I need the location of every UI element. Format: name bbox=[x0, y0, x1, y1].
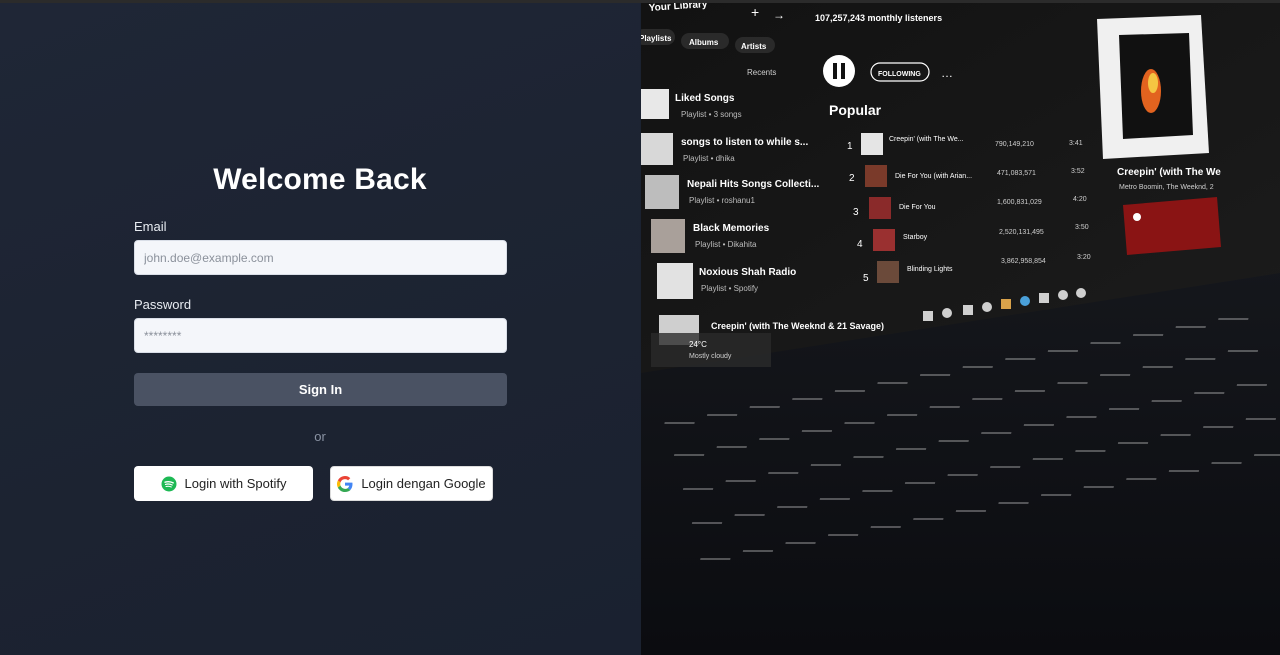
svg-text:1,600,831,029: 1,600,831,029 bbox=[997, 199, 1042, 206]
svg-text:790,149,210: 790,149,210 bbox=[995, 141, 1034, 148]
password-label: Password bbox=[134, 297, 192, 312]
svg-text:471,083,571: 471,083,571 bbox=[997, 170, 1036, 177]
svg-text:5: 5 bbox=[863, 273, 869, 284]
svg-text:Liked Songs: Liked Songs bbox=[675, 93, 735, 104]
svg-text:24°C: 24°C bbox=[689, 340, 707, 349]
svg-text:Recents: Recents bbox=[747, 68, 776, 77]
svg-text:Playlist • roshanu1: Playlist • roshanu1 bbox=[689, 196, 755, 205]
svg-text:4: 4 bbox=[857, 239, 863, 250]
svg-text:Playlist • 3 songs: Playlist • 3 songs bbox=[681, 110, 742, 119]
page-title: Welcome Back bbox=[213, 163, 427, 196]
email-input[interactable] bbox=[134, 240, 507, 275]
svg-text:→: → bbox=[773, 8, 785, 22]
password-input[interactable] bbox=[134, 318, 507, 353]
svg-text:Mostly cloudy: Mostly cloudy bbox=[689, 353, 732, 360]
svg-text:3,862,958,854: 3,862,958,854 bbox=[1001, 258, 1046, 265]
svg-text:2: 2 bbox=[849, 173, 855, 184]
google-login-label: Login dengan Google bbox=[361, 476, 486, 491]
svg-text:Die For You: Die For You bbox=[899, 204, 936, 211]
laptop-photo: Your Library + → Playlists Albums Artist… bbox=[641, 3, 1280, 655]
svg-text:…: … bbox=[941, 66, 953, 80]
svg-text:Playlist • Spotify: Playlist • Spotify bbox=[701, 284, 758, 293]
svg-text:Playlist • Dikahita: Playlist • Dikahita bbox=[695, 240, 757, 249]
email-label: Email bbox=[134, 219, 167, 234]
spotify-icon bbox=[161, 476, 177, 492]
google-icon bbox=[337, 475, 353, 492]
svg-text:Noxious Shah Radio: Noxious Shah Radio bbox=[699, 267, 796, 278]
svg-text:Creepin' (with The We...: Creepin' (with The We... bbox=[889, 136, 964, 143]
svg-text:3:41: 3:41 bbox=[1069, 140, 1083, 147]
svg-text:+: + bbox=[751, 4, 759, 20]
svg-text:Black Memories: Black Memories bbox=[693, 223, 770, 234]
svg-text:Die For You (with Arian...: Die For You (with Arian... bbox=[895, 173, 972, 180]
svg-text:Creepin' (with The Weeknd & 21: Creepin' (with The Weeknd & 21 Savage) bbox=[711, 321, 884, 331]
svg-text:Albums: Albums bbox=[689, 38, 719, 47]
svg-text:FOLLOWING: FOLLOWING bbox=[878, 71, 921, 78]
svg-text:Blinding Lights: Blinding Lights bbox=[907, 266, 953, 273]
sign-in-label: Sign In bbox=[298, 382, 343, 397]
svg-text:Artists: Artists bbox=[741, 42, 767, 51]
spotify-login-label: Login with Spotify bbox=[184, 476, 287, 491]
svg-text:3:50: 3:50 bbox=[1075, 224, 1089, 231]
svg-text:4:20: 4:20 bbox=[1073, 196, 1087, 203]
svg-text:1: 1 bbox=[847, 141, 853, 152]
svg-text:2,520,131,495: 2,520,131,495 bbox=[999, 229, 1044, 236]
sign-in-button[interactable]: Sign In bbox=[134, 373, 507, 406]
svg-text:Nepali Hits Songs Collecti...: Nepali Hits Songs Collecti... bbox=[687, 179, 819, 190]
svg-text:107,257,243 monthly listeners: 107,257,243 monthly listeners bbox=[815, 13, 942, 23]
svg-text:Metro Boomin, The Weeknd, 2: Metro Boomin, The Weeknd, 2 bbox=[1119, 184, 1214, 191]
google-login-button[interactable]: Login dengan Google bbox=[330, 466, 493, 501]
or-divider: or bbox=[314, 429, 326, 444]
hero-image-panel: Your Library + → Playlists Albums Artist… bbox=[641, 3, 1280, 655]
svg-text:Playlist • dhika: Playlist • dhika bbox=[683, 154, 735, 163]
svg-text:songs to listen to while s...: songs to listen to while s... bbox=[681, 137, 808, 148]
login-panel: Welcome Back Email Password Sign In or L… bbox=[0, 3, 640, 655]
svg-text:Playlists: Playlists bbox=[641, 34, 672, 43]
svg-text:3:20: 3:20 bbox=[1077, 254, 1091, 261]
spotify-login-button[interactable]: Login with Spotify bbox=[134, 466, 313, 501]
svg-text:Creepin' (with The We: Creepin' (with The We bbox=[1117, 167, 1221, 178]
svg-text:Starboy: Starboy bbox=[903, 234, 928, 241]
svg-text:Popular: Popular bbox=[829, 102, 882, 118]
svg-text:3: 3 bbox=[853, 207, 859, 218]
svg-text:3:52: 3:52 bbox=[1071, 168, 1085, 175]
